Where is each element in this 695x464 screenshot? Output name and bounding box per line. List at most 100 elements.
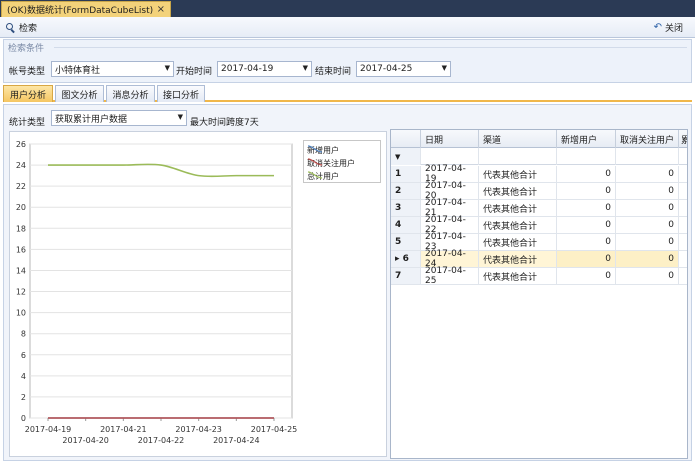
- close-button-label: 关闭: [664, 24, 683, 34]
- cell-date[interactable]: 2017-04-22: [421, 215, 479, 235]
- cell-channel[interactable]: 代表其他合计: [479, 217, 557, 233]
- cell-new-users[interactable]: 0: [557, 268, 616, 284]
- cell-date[interactable]: 2017-04-25: [421, 266, 479, 286]
- cell-cumulative[interactable]: [679, 268, 687, 284]
- cell-cumulative[interactable]: [679, 251, 687, 267]
- auto-filter-row[interactable]: ▼: [391, 148, 687, 165]
- y-tick-label: 2: [21, 393, 26, 402]
- tab-user-analysis[interactable]: 用户分析: [3, 85, 53, 102]
- column-header-new-users[interactable]: 新增用户: [557, 130, 616, 148]
- cell-new-users[interactable]: 0: [557, 166, 616, 182]
- user-trend-chart: 0 2 4 6 8 10 12 14 16 18 20 22 24 26 2017-04-19 2017-04…: [9, 131, 387, 457]
- cell-cumulative[interactable]: [679, 166, 687, 182]
- cell-unsubscribed-users[interactable]: 0: [616, 183, 679, 199]
- column-header-date[interactable]: 日期: [421, 130, 479, 148]
- row-indicator[interactable]: 2: [391, 183, 421, 199]
- cell-new-users[interactable]: 0: [557, 234, 616, 250]
- group-divider: [54, 47, 687, 48]
- cell-cumulative[interactable]: [679, 234, 687, 250]
- column-header-label: 累: [681, 133, 687, 146]
- table-row[interactable]: 7 2017-04-25 代表其他合计 0 0: [391, 266, 687, 286]
- cell-date[interactable]: 2017-04-19: [421, 164, 479, 184]
- cell-channel[interactable]: 代表其他合计: [479, 200, 557, 216]
- cell-unsubscribed-users[interactable]: 0: [616, 268, 679, 284]
- tab-label: 消息分析: [112, 90, 149, 101]
- x-tick-label: 2017-04-19: [25, 425, 72, 434]
- analysis-tabs: 用户分析 图文分析 消息分析 接口分析: [3, 85, 692, 102]
- cell-date[interactable]: 2017-04-24: [421, 249, 479, 269]
- stat-type-select[interactable]: 获取累计用户数据 ▼: [51, 110, 187, 126]
- cell-unsubscribed-users[interactable]: 0: [616, 251, 679, 267]
- tab-label: 用户分析: [9, 90, 46, 101]
- grid-header: 日期 渠道 新增用户 取消关注用户 累: [391, 130, 687, 148]
- row-indicator[interactable]: ▸ 6: [391, 251, 421, 267]
- account-type-select[interactable]: 小特体育社 ▼: [51, 61, 174, 77]
- end-date-value: 2017-04-25: [360, 64, 413, 74]
- toolbar: 检索 ↶ 关闭: [0, 17, 695, 38]
- stat-type-label: 统计类型: [9, 118, 46, 128]
- search-button[interactable]: 检索: [6, 21, 37, 34]
- cell-unsubscribed-users[interactable]: 0: [616, 234, 679, 250]
- column-header-label: 取消关注用户: [620, 135, 675, 146]
- y-tick-label: 0: [21, 414, 26, 423]
- row-indicator[interactable]: 3: [391, 200, 421, 216]
- tab-interface-analysis[interactable]: 接口分析: [157, 85, 205, 102]
- start-date-picker[interactable]: 2017-04-19 ▼: [217, 61, 312, 77]
- row-indicator[interactable]: 7: [391, 268, 421, 284]
- y-tick-label: 4: [21, 372, 26, 381]
- filter-cell-channel[interactable]: [479, 148, 557, 165]
- tab-message-analysis[interactable]: 消息分析: [106, 85, 155, 102]
- filter-cell-date[interactable]: [421, 148, 479, 165]
- column-header-unsubscribed-users[interactable]: 取消关注用户: [616, 130, 679, 148]
- column-header-channel[interactable]: 渠道: [479, 130, 557, 148]
- tab-label: 接口分析: [162, 90, 199, 101]
- cell-channel[interactable]: 代表其他合计: [479, 183, 557, 199]
- cell-new-users[interactable]: 0: [557, 217, 616, 233]
- cell-new-users[interactable]: 0: [557, 183, 616, 199]
- x-tick-label: 2017-04-22: [138, 436, 185, 445]
- y-tick-label: 12: [16, 288, 26, 297]
- cell-cumulative[interactable]: [679, 200, 687, 216]
- stat-type-value: 获取累计用户数据: [55, 114, 128, 125]
- tab-close-icon[interactable]: ×: [157, 4, 165, 15]
- end-time-label: 结束时间: [315, 67, 352, 77]
- cell-channel[interactable]: 代表其他合计: [479, 268, 557, 284]
- cell-unsubscribed-users[interactable]: 0: [616, 166, 679, 182]
- cell-date[interactable]: 2017-04-20: [421, 181, 479, 201]
- y-tick-label: 10: [16, 309, 26, 318]
- chart-legend: 新增用户 取消关注用户 总计用户: [303, 140, 381, 183]
- document-tab[interactable]: (OK)数据统计(FormDataCubeList) ×: [1, 1, 171, 17]
- cell-unsubscribed-users[interactable]: 0: [616, 200, 679, 216]
- filter-cell-unsubscribed-users[interactable]: [616, 148, 679, 165]
- close-button[interactable]: ↶ 关闭: [654, 21, 683, 34]
- user-analysis-panel: 统计类型 获取累计用户数据 ▼ 最大时间跨度7天 0 2 4 6 8 10 12 14 16 18…: [3, 104, 692, 461]
- chevron-down-icon: ▼: [441, 64, 447, 72]
- cell-unsubscribed-users[interactable]: 0: [616, 217, 679, 233]
- row-indicator[interactable]: 1: [391, 166, 421, 182]
- user-data-grid[interactable]: 日期 渠道 新增用户 取消关注用户 累 ▼ 12017-04-19代表其他合计0…: [390, 129, 688, 459]
- tab-label: 图文分析: [61, 90, 98, 101]
- cell-channel[interactable]: 代表其他合计: [479, 166, 557, 182]
- cell-cumulative[interactable]: [679, 217, 687, 233]
- row-indicator[interactable]: 5: [391, 234, 421, 250]
- filter-cell-new-users[interactable]: [557, 148, 616, 165]
- chevron-down-icon: ▼: [164, 64, 170, 72]
- cell-date[interactable]: 2017-04-21: [421, 198, 479, 218]
- legend-swatch-icon: [307, 158, 323, 166]
- cell-channel[interactable]: 代表其他合计: [479, 234, 557, 250]
- search-icon: [6, 23, 15, 32]
- cell-new-users[interactable]: 0: [557, 251, 616, 267]
- column-header-cumulative[interactable]: 累: [679, 130, 687, 148]
- chevron-down-icon: ▼: [177, 113, 183, 121]
- cell-cumulative[interactable]: [679, 183, 687, 199]
- tab-article-analysis[interactable]: 图文分析: [55, 85, 104, 102]
- cell-new-users[interactable]: 0: [557, 200, 616, 216]
- row-indicator[interactable]: 4: [391, 217, 421, 233]
- end-date-picker[interactable]: 2017-04-25 ▼: [356, 61, 451, 77]
- plot-area: [29, 143, 293, 419]
- filter-icon[interactable]: ▼: [391, 148, 421, 165]
- cell-channel[interactable]: 代表其他合计: [479, 251, 557, 267]
- column-header-label: 渠道: [483, 135, 502, 146]
- legend-item-total-users: 总计用户: [307, 170, 339, 182]
- cell-date[interactable]: 2017-04-23: [421, 232, 479, 252]
